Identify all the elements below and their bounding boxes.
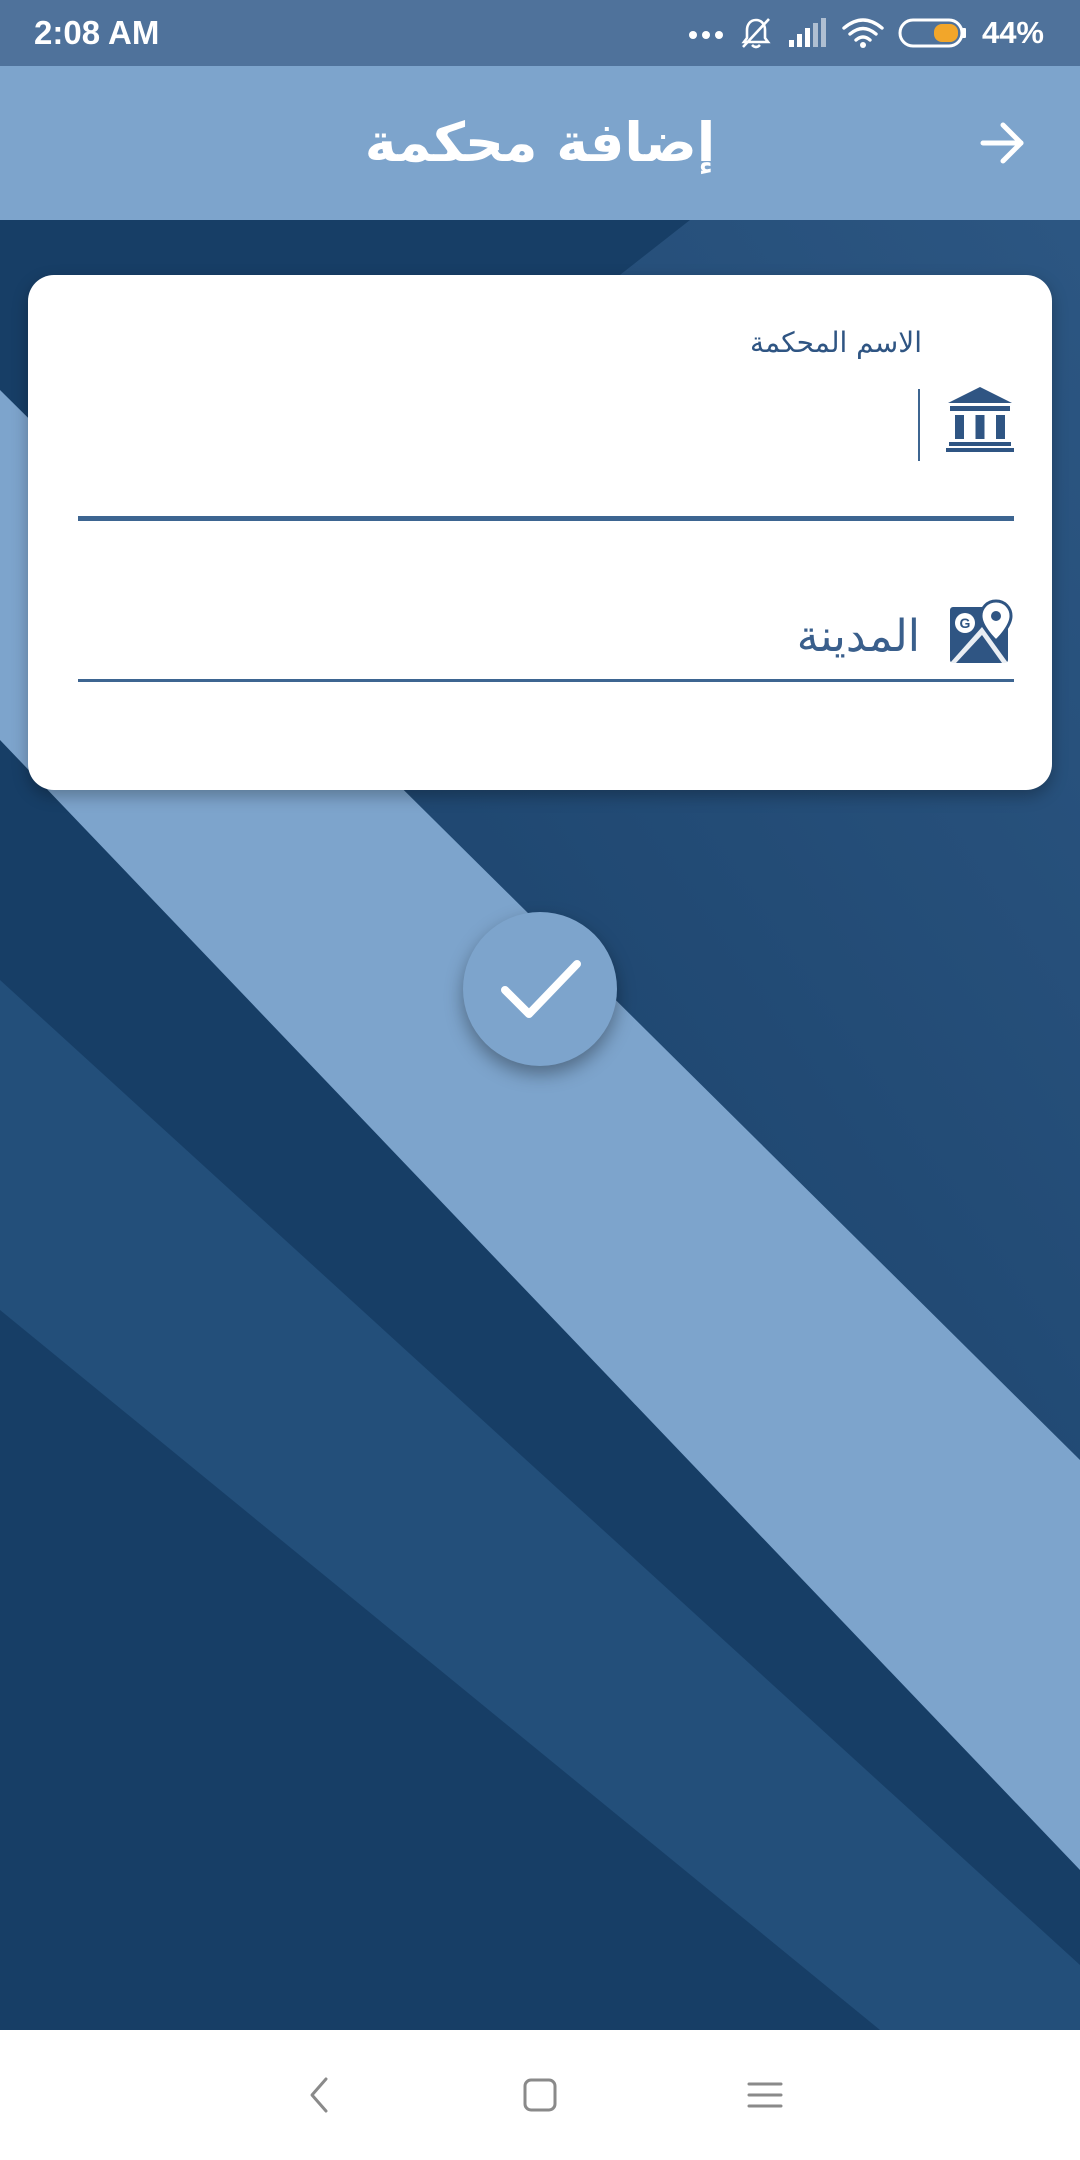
- status-bar: 2:08 AM 44%: [0, 0, 1080, 66]
- navigation-bar: [0, 2030, 1080, 2160]
- page-title: إضافة محكمة: [364, 111, 716, 174]
- court-name-input[interactable]: [78, 385, 922, 443]
- form-card: الاسم المحكمة G: [28, 275, 1052, 790]
- courthouse-icon: [946, 387, 1014, 452]
- court-name-label: الاسم المحكمة: [750, 326, 922, 359]
- city-underline: [78, 679, 1014, 682]
- court-name-underline: [78, 516, 1014, 521]
- checkmark-icon: [501, 960, 581, 1018]
- more-dots-icon: [688, 31, 723, 39]
- battery-percent: 44%: [981, 15, 1044, 50]
- notifications-off-icon: [741, 18, 771, 49]
- status-icons: 44%: [688, 10, 1044, 56]
- svg-text:G: G: [960, 615, 971, 631]
- city-field: G: [78, 575, 1014, 685]
- recents-icon: [747, 2082, 783, 2108]
- nav-recents-button[interactable]: [735, 2065, 795, 2125]
- battery-icon: [898, 18, 966, 48]
- city-input[interactable]: [78, 603, 922, 669]
- nav-home-button[interactable]: [510, 2065, 570, 2125]
- court-name-field: الاسم المحكمة: [78, 325, 1014, 521]
- app-bar: إضافة محكمة: [0, 66, 1080, 220]
- back-button[interactable]: [970, 110, 1036, 176]
- signal-icon: [788, 18, 826, 47]
- back-icon: [310, 2077, 328, 2113]
- map-location-icon: G: [950, 599, 1013, 663]
- status-time: 2:08 AM: [34, 14, 160, 51]
- wifi-icon: [842, 18, 884, 48]
- nav-back-button[interactable]: [290, 2065, 350, 2125]
- arrow-right-icon: [980, 122, 1024, 164]
- text-cursor: [918, 389, 920, 461]
- home-icon: [523, 2078, 557, 2112]
- submit-button[interactable]: [463, 912, 617, 1066]
